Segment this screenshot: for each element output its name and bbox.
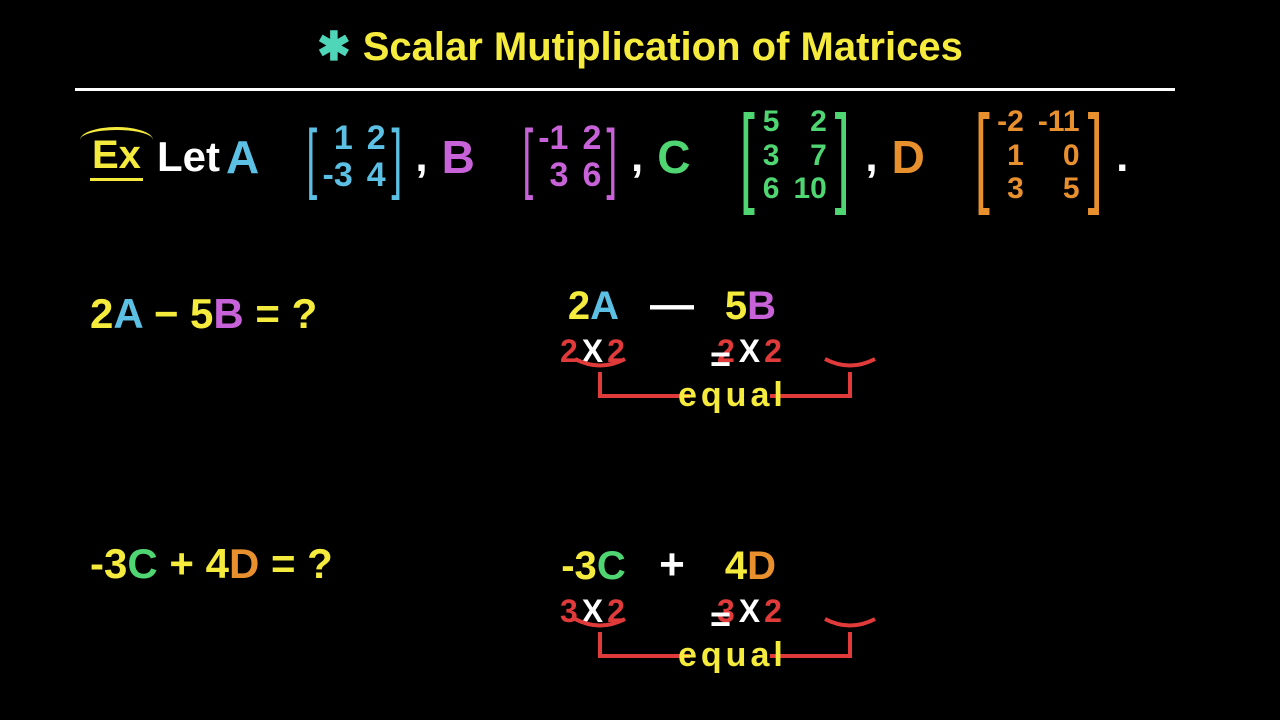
equals-sign: = [267, 132, 293, 182]
page-title: ✱ Scalar Mutiplication of Matrices [0, 24, 1280, 70]
let-label: Let [157, 133, 220, 181]
matrix-A: [ 12 -34 ] [301, 121, 408, 194]
problem-1: 2A − 5B = ? [90, 290, 317, 338]
example-badge: Ex [90, 133, 143, 181]
matrix-D: [ -2-11 10 35 ] [967, 106, 1111, 205]
period: . [1116, 132, 1128, 182]
work-1: 2A 2X2 — 5B 2X2 = equal [560, 280, 784, 370]
matrix-D-label: D [892, 130, 925, 184]
equals-sign: = [710, 598, 731, 640]
matrix-definitions: Ex Let A = [ 12 -34 ] , B = [ -12 36 ] ,… [90, 108, 1128, 207]
equal-label: equal [678, 636, 787, 675]
equals-sign: = [933, 132, 959, 182]
comma: , [865, 132, 877, 182]
matrix-C: [ 52 37 610 ] [732, 106, 857, 205]
asterisk-icon: ✱ [317, 25, 351, 69]
minus-op: — [627, 280, 717, 330]
comma: , [631, 132, 643, 182]
title-underline [75, 88, 1175, 91]
plus-op: + [627, 540, 717, 590]
comma: , [415, 132, 427, 182]
problem-2: -3C + 4D = ? [90, 540, 333, 588]
matrix-B-label: B [442, 130, 475, 184]
equals-sign: = [699, 132, 725, 182]
matrix-C-label: C [657, 130, 690, 184]
matrix-B: [ -12 36 ] [517, 121, 624, 194]
equal-label: equal [678, 376, 787, 415]
title-text: Scalar Mutiplication of Matrices [363, 25, 963, 69]
matrix-A-label: A [226, 130, 259, 184]
work-2: -3C 3X2 + 4D 3X2 = equal [560, 540, 784, 630]
equals-sign: = [710, 338, 731, 380]
equals-sign: = [483, 132, 509, 182]
